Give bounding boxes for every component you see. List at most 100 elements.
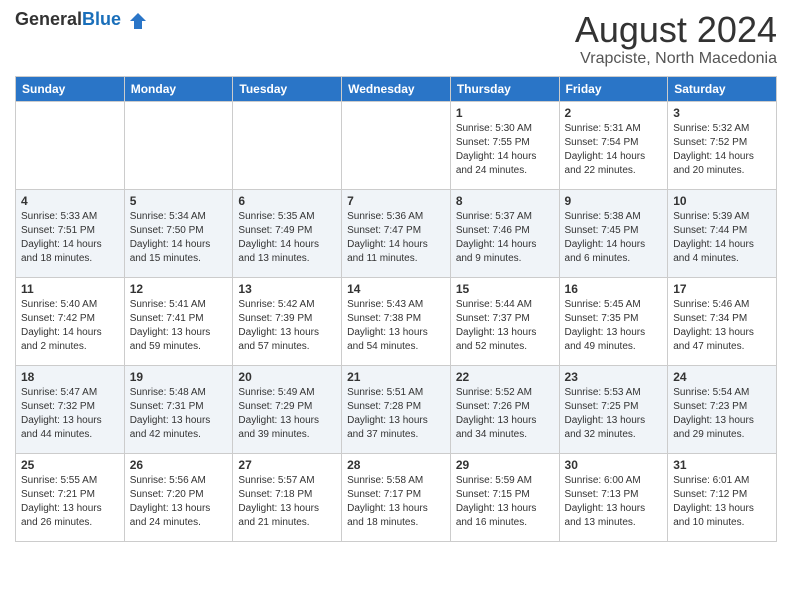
day-number: 25 [21,458,119,472]
day-number: 22 [456,370,554,384]
calendar-cell: 28Sunrise: 5:58 AM Sunset: 7:17 PM Dayli… [342,453,451,541]
day-info: Sunrise: 5:49 AM Sunset: 7:29 PM Dayligh… [238,386,336,442]
day-number: 27 [238,458,336,472]
day-number: 20 [238,370,336,384]
day-info: Sunrise: 5:48 AM Sunset: 7:31 PM Dayligh… [130,386,228,442]
calendar-cell: 17Sunrise: 5:46 AM Sunset: 7:34 PM Dayli… [668,277,777,365]
weekday-header-tuesday: Tuesday [233,76,342,101]
calendar-cell: 15 Sunrise: 5:44 AM Sunset: 7:37 PM Dayli… [450,277,559,365]
day-info: Sunrise: 5:30 AM Sunset: 7:55 PM Dayligh… [456,122,554,178]
calendar-cell: 7 Sunrise: 5:36 AM Sunset: 7:47 PM Daylig… [342,189,451,277]
day-info: Sunrise: 5:32 AM Sunset: 7:52 PM Dayligh… [673,122,771,178]
day-number: 13 [238,282,336,296]
day-number: 7 [347,194,445,208]
month-title: August 2024 [575,10,777,50]
day-info: Sunrise: 5:44 AM Sunset: 7:37 PM Dayligh… [456,298,554,354]
day-number: 17 [673,282,771,296]
day-info: Sunrise: 5:37 AM Sunset: 7:46 PM Dayligh… [456,210,554,266]
day-number: 4 [21,194,119,208]
day-number: 21 [347,370,445,384]
day-info: Sunrise: 5:41 AM Sunset: 7:41 PM Dayligh… [130,298,228,354]
day-number: 24 [673,370,771,384]
day-info: Sunrise: 5:31 AM Sunset: 7:54 PM Dayligh… [565,122,663,178]
day-info: Sunrise: 5:42 AM Sunset: 7:39 PM Dayligh… [238,298,336,354]
day-number: 31 [673,458,771,472]
weekday-header-sunday: Sunday [16,76,125,101]
calendar-week-row: 25Sunrise: 5:55 AM Sunset: 7:21 PM Dayli… [16,453,777,541]
calendar-cell: 24Sunrise: 5:54 AM Sunset: 7:23 PM Dayli… [668,365,777,453]
day-number: 28 [347,458,445,472]
logo: GeneralBlue [15,10,148,31]
calendar-cell [342,101,451,189]
day-number: 6 [238,194,336,208]
calendar-cell: 31 Sunrise: 6:01 AM Sunset: 7:12 PM Dayli… [668,453,777,541]
day-info: Sunrise: 5:56 AM Sunset: 7:20 PM Dayligh… [130,474,228,530]
day-info: Sunrise: 5:45 AM Sunset: 7:35 PM Dayligh… [565,298,663,354]
weekday-header-wednesday: Wednesday [342,76,451,101]
day-number: 26 [130,458,228,472]
location-title: Vrapciste, North Macedonia [575,50,777,68]
calendar-cell: 11 Sunrise: 5:40 AM Sunset: 7:42 PM Dayli… [16,277,125,365]
day-number: 10 [673,194,771,208]
weekday-header-row: SundayMondayTuesdayWednesdayThursdayFrid… [16,76,777,101]
day-number: 23 [565,370,663,384]
calendar-cell: 21Sunrise: 5:51 AM Sunset: 7:28 PM Dayli… [342,365,451,453]
calendar-cell: 23 Sunrise: 5:53 AM Sunset: 7:25 PM Dayli… [559,365,668,453]
calendar-cell: 8 Sunrise: 5:37 AM Sunset: 7:46 PM Daylig… [450,189,559,277]
calendar-cell: 29Sunrise: 5:59 AM Sunset: 7:15 PM Dayli… [450,453,559,541]
calendar-cell: 27 Sunrise: 5:57 AM Sunset: 7:18 PM Dayli… [233,453,342,541]
day-info: Sunrise: 5:39 AM Sunset: 7:44 PM Dayligh… [673,210,771,266]
day-info: Sunrise: 5:35 AM Sunset: 7:49 PM Dayligh… [238,210,336,266]
calendar-cell: 30 Sunrise: 6:00 AM Sunset: 7:13 PM Dayli… [559,453,668,541]
day-info: Sunrise: 5:40 AM Sunset: 7:42 PM Dayligh… [21,298,119,354]
day-number: 14 [347,282,445,296]
logo-blue-text: Blue [82,9,121,29]
calendar-page: GeneralBlue August 2024 Vrapciste, North… [0,0,792,612]
day-number: 1 [456,106,554,120]
calendar-table: SundayMondayTuesdayWednesdayThursdayFrid… [15,76,777,542]
calendar-week-row: 11 Sunrise: 5:40 AM Sunset: 7:42 PM Dayli… [16,277,777,365]
calendar-cell: 19 Sunrise: 5:48 AM Sunset: 7:31 PM Dayli… [124,365,233,453]
calendar-cell [16,101,125,189]
day-info: Sunrise: 5:33 AM Sunset: 7:51 PM Dayligh… [21,210,119,266]
calendar-cell: 3 Sunrise: 5:32 AM Sunset: 7:52 PM Daylig… [668,101,777,189]
day-number: 29 [456,458,554,472]
day-number: 15 [456,282,554,296]
day-number: 16 [565,282,663,296]
day-number: 18 [21,370,119,384]
day-number: 5 [130,194,228,208]
calendar-cell: 10 Sunrise: 5:39 AM Sunset: 7:44 PM Dayli… [668,189,777,277]
calendar-cell: 16 Sunrise: 5:45 AM Sunset: 7:35 PM Dayli… [559,277,668,365]
day-number: 8 [456,194,554,208]
day-number: 19 [130,370,228,384]
calendar-cell: 20 Sunrise: 5:49 AM Sunset: 7:29 PM Dayli… [233,365,342,453]
day-info: Sunrise: 6:00 AM Sunset: 7:13 PM Dayligh… [565,474,663,530]
logo-general-text: General [15,9,82,29]
calendar-cell: 1 Sunrise: 5:30 AM Sunset: 7:55 PM Daylig… [450,101,559,189]
calendar-cell [124,101,233,189]
day-info: Sunrise: 5:34 AM Sunset: 7:50 PM Dayligh… [130,210,228,266]
calendar-cell: 13 Sunrise: 5:42 AM Sunset: 7:39 PM Dayli… [233,277,342,365]
calendar-week-row: 4 Sunrise: 5:33 AM Sunset: 7:51 PM Daylig… [16,189,777,277]
day-info: Sunrise: 5:38 AM Sunset: 7:45 PM Dayligh… [565,210,663,266]
day-info: Sunrise: 5:36 AM Sunset: 7:47 PM Dayligh… [347,210,445,266]
day-number: 30 [565,458,663,472]
calendar-cell: 9Sunrise: 5:38 AM Sunset: 7:45 PM Daylig… [559,189,668,277]
day-number: 2 [565,106,663,120]
day-number: 11 [21,282,119,296]
day-number: 12 [130,282,228,296]
day-number: 3 [673,106,771,120]
day-info: Sunrise: 6:01 AM Sunset: 7:12 PM Dayligh… [673,474,771,530]
calendar-cell: 12 Sunrise: 5:41 AM Sunset: 7:41 PM Dayli… [124,277,233,365]
day-info: Sunrise: 5:57 AM Sunset: 7:18 PM Dayligh… [238,474,336,530]
calendar-cell: 4 Sunrise: 5:33 AM Sunset: 7:51 PM Daylig… [16,189,125,277]
calendar-cell: 25Sunrise: 5:55 AM Sunset: 7:21 PM Dayli… [16,453,125,541]
day-info: Sunrise: 5:53 AM Sunset: 7:25 PM Dayligh… [565,386,663,442]
weekday-header-monday: Monday [124,76,233,101]
calendar-week-row: 1 Sunrise: 5:30 AM Sunset: 7:55 PM Daylig… [16,101,777,189]
day-info: Sunrise: 5:43 AM Sunset: 7:38 PM Dayligh… [347,298,445,354]
calendar-cell: 22Sunrise: 5:52 AM Sunset: 7:26 PM Dayli… [450,365,559,453]
day-info: Sunrise: 5:47 AM Sunset: 7:32 PM Dayligh… [21,386,119,442]
weekday-header-thursday: Thursday [450,76,559,101]
weekday-header-friday: Friday [559,76,668,101]
